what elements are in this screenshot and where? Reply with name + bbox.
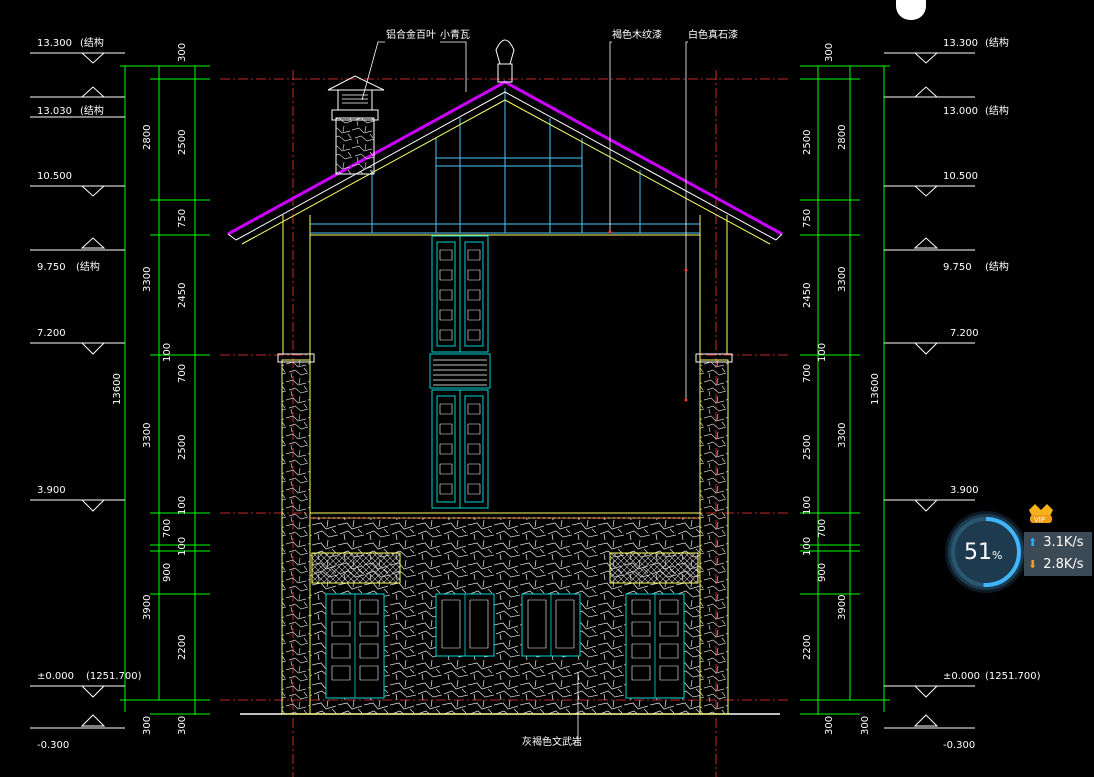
right-dim-700-upper: 700 (802, 364, 813, 383)
left-dim-3300-lower: 3300 (142, 423, 153, 448)
left-level-7-note: (1251.700) (86, 671, 142, 682)
right-dim-700-lower: 700 (817, 519, 828, 538)
left-level-4-value: 9.750 (37, 262, 66, 273)
right-dim-750: 750 (802, 209, 813, 228)
right-dim-3900: 3900 (837, 595, 848, 620)
right-dim-300-bottom-a: 300 (824, 716, 835, 735)
left-dim-300-bottom-a: 300 (142, 716, 153, 735)
left-dim-100-upper: 100 (162, 343, 173, 362)
left-level-1-note: (结构 (80, 36, 104, 49)
cad-drawing-canvas[interactable]: 13.300 (结构 13.030 (结构 10.500 9.750 (结构 7… (0, 0, 1094, 777)
upload-arrow-icon: ⬆ (1028, 536, 1038, 549)
left-level-8-value: -0.300 (37, 740, 69, 751)
right-level-1-value: 13.300 (943, 38, 978, 49)
vip-crown-icon: VIP (1029, 504, 1053, 524)
upload-rate: ⬆ 3.1K/s (1024, 532, 1092, 554)
download-rate-value: 2.8K/s (1043, 557, 1084, 572)
left-dim-900: 900 (162, 563, 173, 582)
left-dim-2500-lower: 2500 (177, 435, 188, 460)
callout-brown-wood-paint: 褐色木纹漆 (612, 28, 662, 41)
right-dim-100-lower: 100 (802, 537, 813, 556)
left-dim-700-upper: 700 (177, 364, 188, 383)
left-level-6-value: 3.900 (37, 485, 66, 496)
right-dim-2500-lower: 2500 (802, 435, 813, 460)
right-dim-2450: 2450 (802, 283, 813, 308)
left-dim-300-top: 300 (177, 43, 188, 62)
right-level-4-note: (结构 (985, 260, 1009, 273)
left-dim-100-lower: 100 (177, 537, 188, 556)
callout-white-stone-paint: 白色真石漆 (688, 28, 738, 41)
callout-gray-stone-base: 灰褐色文武岩 (522, 735, 582, 748)
callout-small-tile: 小青瓦 (440, 28, 470, 41)
left-dim-2200: 2200 (177, 635, 188, 660)
network-percent-unit: % (992, 549, 1003, 562)
right-dim-2500-upper: 2500 (802, 130, 813, 155)
left-level-2-note: (结构 (80, 104, 104, 117)
right-dimension-column (800, 52, 975, 729)
network-speed-widget[interactable]: 51% VIP ⬆ 3.1K/s ⬇ 2.8K/s (948, 500, 1094, 592)
left-dim-3300-upper: 3300 (142, 267, 153, 292)
right-level-2-note: (结构 (985, 104, 1009, 117)
upload-rate-value: 3.1K/s (1043, 535, 1084, 550)
callout-louver: 铝合金百叶 (386, 28, 436, 41)
right-level-4-value: 9.750 (943, 262, 972, 273)
left-level-1-value: 13.300 (37, 38, 72, 49)
right-dim-100-mid: 100 (802, 496, 813, 515)
vip-badge-label: VIP (1034, 516, 1045, 524)
left-dim-700-lower: 700 (162, 519, 173, 538)
right-dim-100-upper: 100 (817, 343, 828, 362)
download-rate: ⬇ 2.8K/s (1024, 554, 1092, 576)
left-dim-300-bottom-b: 300 (177, 716, 188, 735)
right-dim-300-bottom-b: 300 (860, 716, 871, 735)
download-arrow-icon: ⬇ (1028, 558, 1038, 571)
left-dim-2800: 2800 (142, 125, 153, 150)
left-dim-3900: 3900 (142, 595, 153, 620)
left-level-4-note: (结构 (76, 260, 100, 273)
left-dim-750: 750 (177, 209, 188, 228)
left-level-2-value: 13.030 (37, 106, 72, 117)
left-dim-total: 13600 (112, 373, 123, 405)
network-percent: 51 (964, 540, 992, 565)
right-level-7-note: (1251.700) (985, 671, 1041, 682)
right-dim-total: 13600 (870, 373, 881, 405)
left-dim-2500-upper: 2500 (177, 130, 188, 155)
right-dim-3300-upper: 3300 (837, 267, 848, 292)
right-level-8-value: -0.300 (943, 740, 975, 751)
right-dim-300-top: 300 (824, 43, 835, 62)
right-level-3-value: 10.500 (943, 171, 978, 182)
right-level-2-value: 13.000 (943, 106, 978, 117)
left-level-3-value: 10.500 (37, 171, 72, 182)
right-dim-2800: 2800 (837, 125, 848, 150)
right-level-5-value: 7.200 (950, 328, 979, 339)
right-dim-3300-lower: 3300 (837, 423, 848, 448)
left-dim-100-mid: 100 (177, 496, 188, 515)
right-dim-900: 900 (817, 563, 828, 582)
left-level-5-value: 7.200 (37, 328, 66, 339)
right-dim-2200: 2200 (802, 635, 813, 660)
left-dim-2450: 2450 (177, 283, 188, 308)
left-level-7-value: ±0.000 (37, 671, 74, 682)
right-level-7-value: ±0.000 (943, 671, 980, 682)
right-level-1-note: (结构 (985, 36, 1009, 49)
building-elevation (227, 39, 783, 746)
right-level-6-value: 3.900 (950, 485, 979, 496)
